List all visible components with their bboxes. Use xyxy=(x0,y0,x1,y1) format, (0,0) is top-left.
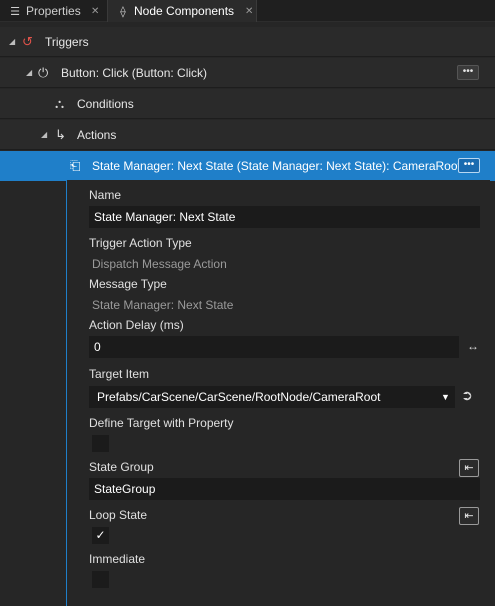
bind-property-button[interactable]: ⇤ xyxy=(459,507,479,525)
trigger-action-type-label: Trigger Action Type xyxy=(89,236,192,250)
collapse-arrow-icon[interactable]: ◢ xyxy=(41,120,47,150)
tree-item-actions[interactable]: ◢ ↳ Actions xyxy=(0,120,495,150)
action-delay-field[interactable]: 0 xyxy=(89,336,459,358)
tab-bar: ☰ Properties ✕ ⟠ Node Components ✕ xyxy=(0,0,495,22)
loop-state-checkbox[interactable]: ✓ xyxy=(92,527,109,544)
drag-adjust-icon[interactable]: ↔ xyxy=(463,339,483,353)
name-label: Name xyxy=(89,188,122,202)
target-item-label: Target Item xyxy=(89,367,150,381)
tree-item-triggers[interactable]: ◢ ↺ Triggers xyxy=(0,27,495,57)
tab-properties-label: Properties xyxy=(26,4,81,18)
tree-item-label: Actions xyxy=(77,128,117,142)
components-icon: ⟠ xyxy=(120,5,126,18)
loop-state-label: Loop State xyxy=(89,508,148,522)
trigger-action-type-value: Dispatch Message Action xyxy=(92,257,227,271)
tree-item-label: State Manager: Next State (State Manager… xyxy=(92,159,461,173)
action-delay-label: Action Delay (ms) xyxy=(89,318,184,332)
list-icon: ☰ xyxy=(10,5,20,18)
tree-item-label: Conditions xyxy=(77,97,134,111)
go-to-target-icon[interactable]: ➲ xyxy=(457,387,477,404)
tree-item-button-click[interactable]: ◢ ⏻ Button: Click (Button: Click) ••• xyxy=(0,58,495,88)
tab-properties[interactable]: ☰ Properties ✕ xyxy=(0,0,107,22)
name-field[interactable]: State Manager: Next State xyxy=(89,206,480,228)
close-icon[interactable]: ✕ xyxy=(91,6,99,17)
message-type-label: Message Type xyxy=(89,277,167,291)
conditions-icon: ⛬ xyxy=(55,96,65,111)
collapse-arrow-icon[interactable]: ◢ xyxy=(26,58,32,88)
actions-icon: ↳ xyxy=(55,127,66,142)
dispatch-icon: ⎗ xyxy=(70,158,81,173)
tree-item-selected-action[interactable]: ⎗ State Manager: Next State (State Manag… xyxy=(0,151,495,181)
tab-node-components[interactable]: ⟠ Node Components ✕ xyxy=(107,0,257,22)
node-components-panel: ◢ ↺ Triggers ◢ ⏻ Button: Click (Button: … xyxy=(0,22,495,606)
immediate-checkbox[interactable] xyxy=(92,571,109,588)
click-icon: ⏻ xyxy=(38,65,49,80)
define-target-label: Define Target with Property xyxy=(89,416,234,430)
more-options-button[interactable]: ••• xyxy=(457,65,479,80)
chevron-down-icon[interactable]: ▼ xyxy=(441,392,450,402)
collapse-arrow-icon[interactable]: ◢ xyxy=(9,27,15,57)
trigger-icon: ↺ xyxy=(22,34,33,49)
tree-item-label: Triggers xyxy=(45,35,89,49)
action-properties: Name State Manager: Next State Trigger A… xyxy=(66,180,490,606)
tree-item-conditions[interactable]: ⛬ Conditions xyxy=(0,89,495,119)
immediate-label: Immediate xyxy=(89,552,146,566)
define-target-checkbox[interactable] xyxy=(92,435,109,452)
bind-property-button[interactable]: ⇤ xyxy=(459,459,479,477)
target-item-value: Prefabs/CarScene/CarScene/RootNode/Camer… xyxy=(97,390,381,404)
close-icon[interactable]: ✕ xyxy=(245,6,253,17)
target-item-dropdown[interactable]: Prefabs/CarScene/CarScene/RootNode/Camer… xyxy=(89,386,455,408)
state-group-label: State Group xyxy=(89,460,154,474)
more-options-button[interactable]: ••• xyxy=(458,158,480,173)
state-group-field[interactable]: StateGroup xyxy=(89,478,480,500)
tab-node-components-label: Node Components xyxy=(134,4,235,18)
message-type-value: State Manager: Next State xyxy=(92,298,234,312)
tree-item-label: Button: Click (Button: Click) xyxy=(61,66,208,80)
